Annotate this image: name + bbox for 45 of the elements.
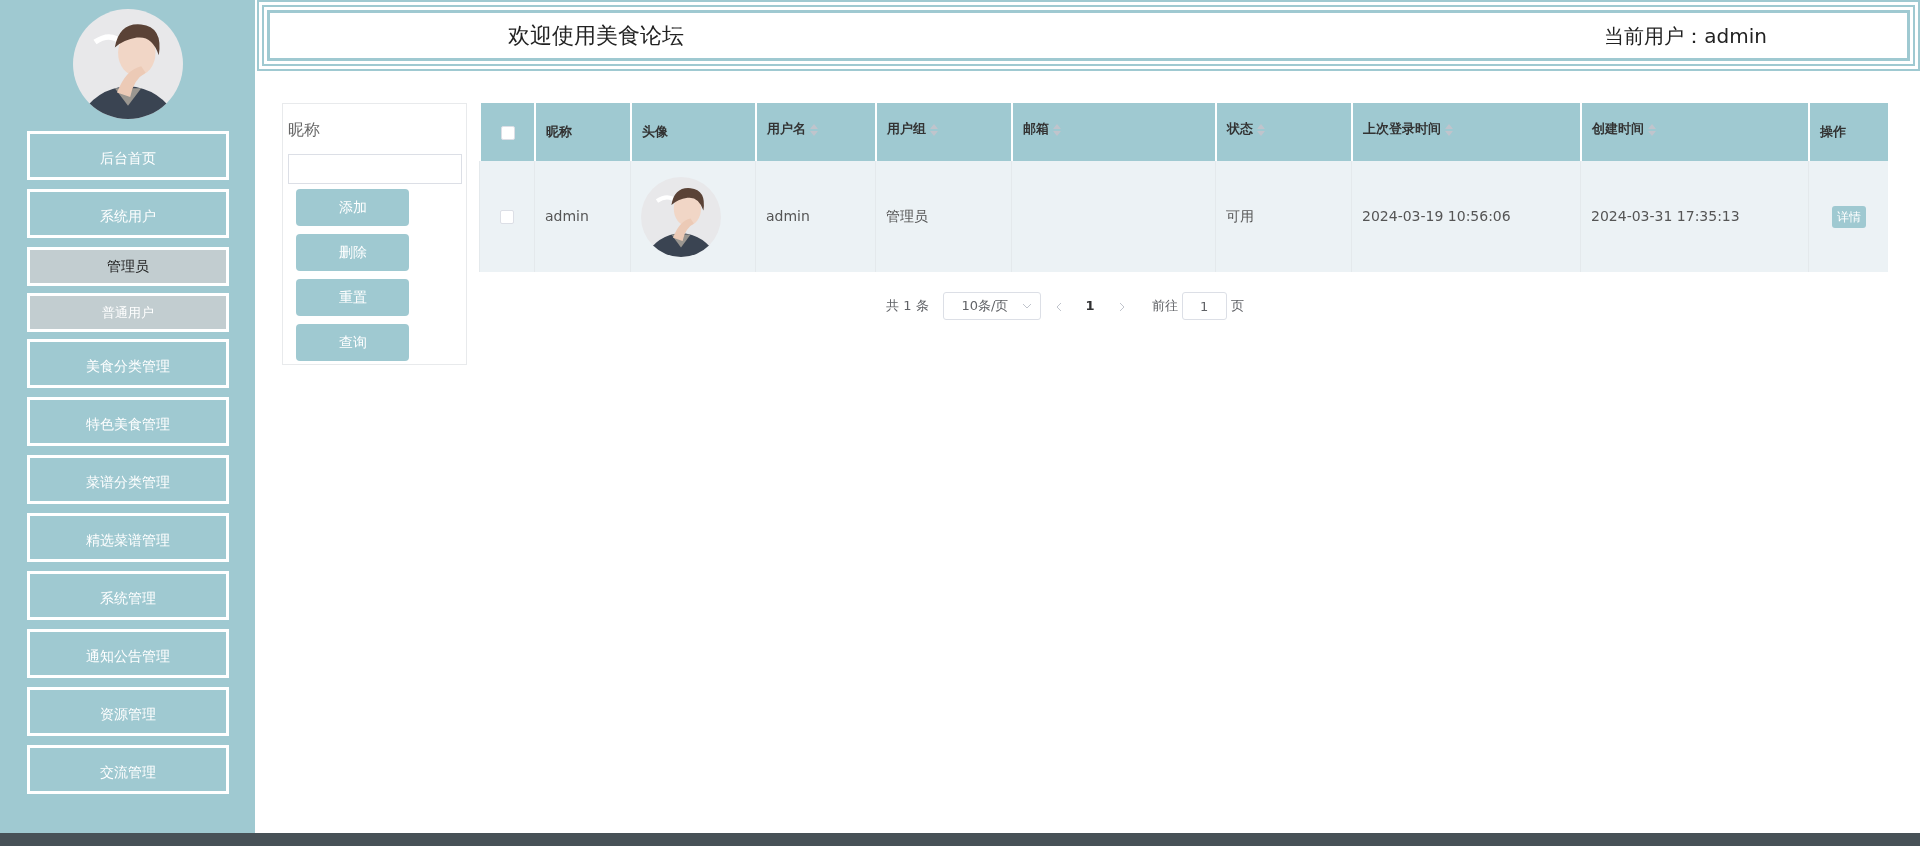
column-header[interactable]: 邮箱 — [1023, 120, 1049, 136]
column-header[interactable]: 用户名 — [767, 120, 806, 136]
nav-item[interactable]: 通知公告管理 — [26, 629, 229, 678]
column-header[interactable]: 操作 — [1820, 124, 1846, 140]
total-count: 共 1 条 — [886, 297, 929, 316]
page-number[interactable]: 1 — [1075, 296, 1105, 316]
page-size-select[interactable]: 10条/页 — [942, 292, 1041, 320]
details-button[interactable]: 详情 — [1831, 205, 1866, 228]
search-button[interactable]: 查询 — [296, 324, 409, 361]
caret-icon — [1021, 303, 1032, 309]
nav-item[interactable]: 精选菜谱管理 — [26, 513, 229, 562]
nav-item[interactable]: 特色美食管理 — [26, 397, 229, 446]
table-cell: admin — [545, 208, 589, 224]
column-header[interactable]: 昵称 — [546, 124, 572, 140]
nav-item[interactable]: 交流管理 — [26, 745, 229, 794]
nav-subitem[interactable]: 普通用户 — [26, 293, 229, 332]
column-header[interactable]: 用户组 — [887, 120, 926, 136]
current-user: 当前用户：admin — [1604, 22, 1767, 50]
reset-button[interactable]: 重置 — [296, 279, 409, 316]
nav-item[interactable]: 系统用户 — [26, 189, 229, 238]
delete-button[interactable]: 删除 — [296, 234, 409, 271]
column-header[interactable]: 创建时间 — [1592, 120, 1644, 136]
table-cell: 可用 — [1226, 208, 1254, 224]
column-header[interactable]: 上次登录时间 — [1363, 120, 1441, 136]
search-field[interactable] — [288, 154, 462, 184]
nav-item[interactable]: 菜谱分类管理 — [26, 455, 229, 504]
field-label: 昵称 — [288, 119, 321, 141]
nav-item[interactable]: 后台首页 — [26, 131, 229, 180]
select-all-checkbox[interactable] — [500, 125, 515, 140]
table-cell: 2024-03-31 17:35:13 — [1591, 208, 1740, 224]
nav-item[interactable]: 系统管理 — [26, 571, 229, 620]
site-title: 欢迎使用美食论坛 — [508, 22, 684, 50]
column-header[interactable]: 头像 — [642, 124, 668, 140]
nav-item[interactable]: 资源管理 — [26, 687, 229, 736]
table-cell: admin — [766, 208, 810, 224]
goto-label: 前往 — [1151, 297, 1178, 316]
table-cell: 2024-03-19 10:56:06 — [1362, 208, 1511, 224]
row-checkbox[interactable] — [500, 210, 514, 224]
add-button[interactable]: 添加 — [296, 189, 409, 226]
table-cell: 管理员 — [886, 208, 928, 224]
page-unit: 页 — [1230, 297, 1244, 316]
nav-subitem[interactable]: 管理员 — [26, 247, 229, 286]
nav-item[interactable]: 美食分类管理 — [26, 339, 229, 388]
column-header[interactable]: 状态 — [1227, 120, 1253, 136]
page-input[interactable]: 1 — [1181, 292, 1227, 320]
